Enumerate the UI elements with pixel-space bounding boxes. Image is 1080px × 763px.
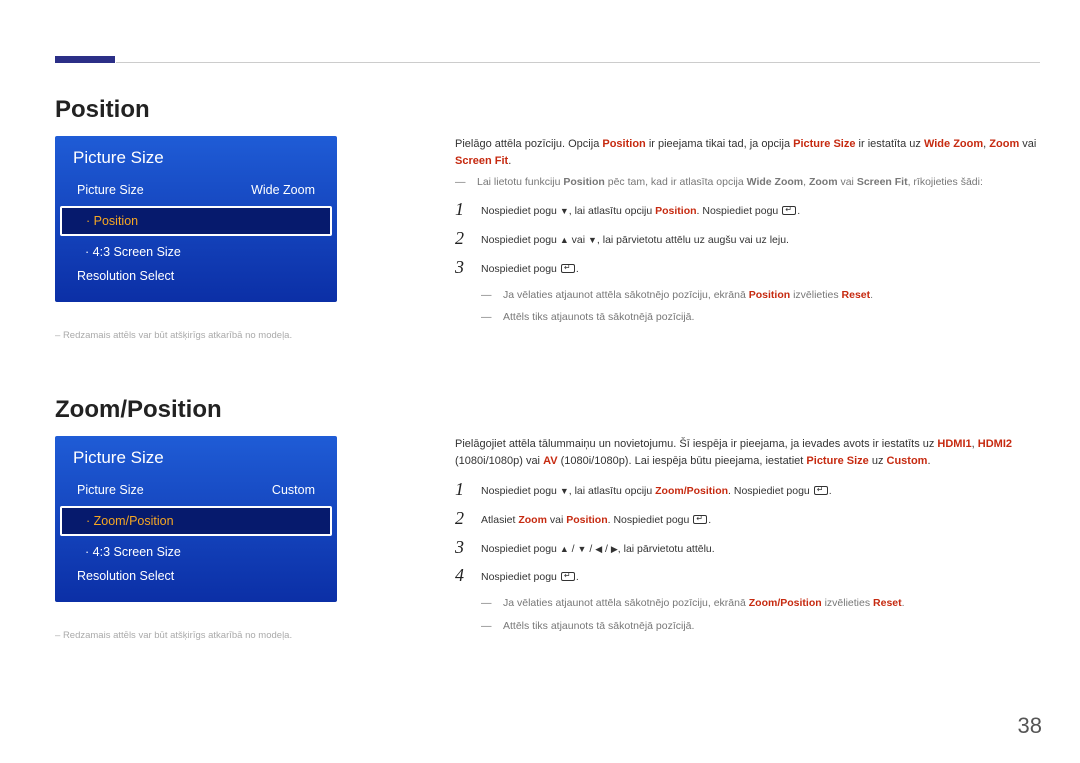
down-icon: ▼	[588, 234, 597, 248]
menu-row-43[interactable]: 4:3 Screen Size	[55, 540, 337, 564]
menu-row-picture-size[interactable]: Picture Size Wide Zoom	[55, 178, 337, 202]
up-icon: ▲	[560, 543, 569, 557]
right-icon: ▶	[611, 543, 618, 557]
step-number: 1	[455, 480, 481, 500]
left-column-1: Picture Size Picture Size Wide Zoom Posi…	[55, 136, 350, 341]
menu-label: 4:3 Screen Size	[85, 245, 181, 259]
step-1: 1 Nospiediet pogu ▼, lai atlasītu opciju…	[455, 200, 1040, 220]
menu-label: Picture Size	[77, 483, 144, 497]
down-icon: ▼	[560, 485, 569, 499]
down-icon: ▼	[578, 543, 587, 557]
step-text: Nospiediet pogu .	[481, 258, 579, 277]
reset-note: Ja vēlaties atjaunot attēla sākotnējo po…	[503, 287, 1040, 303]
step-2: 2 Nospiediet pogu ▲ vai ▼, lai pārvietot…	[455, 229, 1040, 249]
menu-label: Picture Size	[77, 183, 144, 197]
step-4: 4 Nospiediet pogu .	[455, 566, 1040, 586]
step-text: Nospiediet pogu ▼, lai atlasītu opciju P…	[481, 200, 800, 219]
header-accent-bar	[55, 56, 115, 63]
reset-note: Ja vēlaties atjaunot attēla sākotnējo po…	[503, 595, 1040, 611]
dash-note: Lai lietotu funkciju Position pēc tam, k…	[477, 174, 1040, 190]
menu-label: Resolution Select	[77, 269, 174, 283]
menu-label: Resolution Select	[77, 569, 174, 583]
menu-value: Wide Zoom	[251, 183, 315, 197]
menu-row-43[interactable]: 4:3 Screen Size	[55, 240, 337, 264]
intro-paragraph: Pielāgo attēla pozīciju. Opcija Position…	[455, 136, 1040, 170]
menu-panel-position: Picture Size Picture Size Wide Zoom Posi…	[55, 136, 337, 302]
heading-position: Position	[55, 96, 1040, 124]
step-number: 2	[455, 509, 481, 529]
section-position: Position Picture Size Picture Size Wide …	[55, 96, 1040, 341]
step-3: 3 Nospiediet pogu .	[455, 258, 1040, 278]
left-icon: ◀	[595, 543, 602, 557]
step-3: 3 Nospiediet pogu ▲ / ▼ / ◀ / ▶, lai pār…	[455, 538, 1040, 558]
step-list-2: 1 Nospiediet pogu ▼, lai atlasītu opciju…	[455, 480, 1040, 586]
enter-icon	[814, 486, 828, 495]
menu-row-picture-size[interactable]: Picture Size Custom	[55, 478, 337, 502]
menu-value: Custom	[272, 483, 315, 497]
restore-note: Attēls tiks atjaunots tā sākotnējā pozīc…	[503, 618, 1040, 634]
up-icon: ▲	[560, 234, 569, 248]
step-number: 3	[455, 258, 481, 278]
step-number: 3	[455, 538, 481, 558]
step-text: Atlasiet Zoom vai Position. Nospiediet p…	[481, 509, 711, 528]
section-zoom-position: Zoom/Position Picture Size Picture Size …	[55, 396, 1040, 641]
footnote-2: Redzamais attēls var būt atšķirīgs atkar…	[55, 630, 350, 641]
header-divider	[116, 62, 1040, 63]
step-text: Nospiediet pogu ▲ / ▼ / ◀ / ▶, lai pārvi…	[481, 538, 715, 557]
step-text: Nospiediet pogu ▼, lai atlasītu opciju Z…	[481, 480, 832, 499]
menu-row-highlight-zoom-position[interactable]: Zoom/Position	[60, 506, 332, 536]
right-column-1: Pielāgo attēla pozīciju. Opcija Position…	[455, 136, 1040, 325]
right-column-2: Pielāgojiet attēla tālummaiņu un novieto…	[455, 436, 1040, 634]
menu-label: Zoom/Position	[86, 514, 174, 528]
menu-row-resolution[interactable]: Resolution Select	[55, 564, 337, 588]
step-number: 1	[455, 200, 481, 220]
step-number: 4	[455, 566, 481, 586]
heading-zoom-position: Zoom/Position	[55, 396, 1040, 424]
restore-note: Attēls tiks atjaunots tā sākotnējā pozīc…	[503, 309, 1040, 325]
step-list-1: 1 Nospiediet pogu ▼, lai atlasītu opciju…	[455, 200, 1040, 277]
enter-icon	[561, 572, 575, 581]
footnote-1: Redzamais attēls var būt atšķirīgs atkar…	[55, 330, 350, 341]
left-column-2: Picture Size Picture Size Custom Zoom/Po…	[55, 436, 350, 641]
intro-paragraph: Pielāgojiet attēla tālummaiņu un novieto…	[455, 436, 1040, 470]
step-2: 2 Atlasiet Zoom vai Position. Nospiediet…	[455, 509, 1040, 529]
step-1: 1 Nospiediet pogu ▼, lai atlasītu opciju…	[455, 480, 1040, 500]
down-icon: ▼	[560, 205, 569, 219]
step-text: Nospiediet pogu .	[481, 566, 579, 585]
menu-label: Position	[86, 214, 138, 228]
menu-row-highlight-position[interactable]: Position	[60, 206, 332, 236]
enter-icon	[561, 264, 575, 273]
menu-label: 4:3 Screen Size	[85, 545, 181, 559]
enter-icon	[693, 515, 707, 524]
enter-icon	[782, 206, 796, 215]
menu-row-resolution[interactable]: Resolution Select	[55, 264, 337, 288]
menu-title: Picture Size	[55, 436, 337, 478]
step-number: 2	[455, 229, 481, 249]
step-text: Nospiediet pogu ▲ vai ▼, lai pārvietotu …	[481, 229, 789, 248]
page-number: 38	[1018, 713, 1042, 739]
menu-panel-zoom-position: Picture Size Picture Size Custom Zoom/Po…	[55, 436, 337, 602]
menu-title: Picture Size	[55, 136, 337, 178]
